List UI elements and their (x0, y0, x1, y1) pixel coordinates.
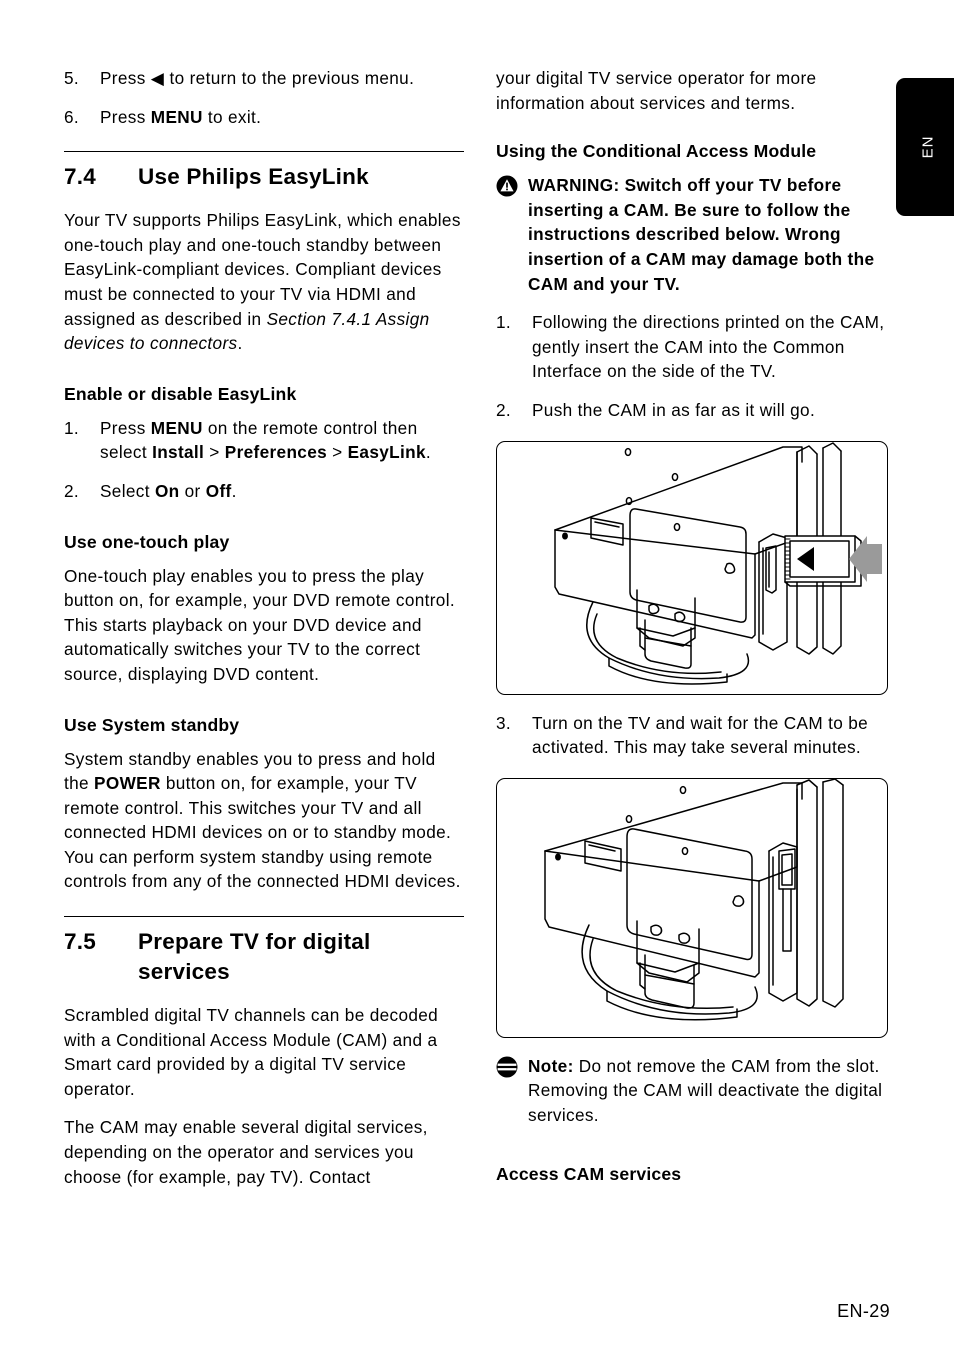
left-arrow-icon: ◀ (150, 68, 165, 88)
section-title: Use Philips EasyLink (138, 164, 369, 190)
list-item-text-after: to return to the previous menu. (164, 68, 415, 88)
subheading-using-conditional-access-module: Using the Conditional Access Module (496, 141, 817, 162)
list-item-number: 3. (496, 712, 512, 733)
list-item-text-before: Press (100, 106, 151, 127)
menu-button-label: MENU (150, 106, 203, 127)
note-callout: Note: Do not remove the CAM from the slo… (496, 1054, 888, 1128)
list-item-text: Following the directions printed on the … (532, 312, 885, 382)
section-divider (64, 151, 464, 153)
left-column: 5. Press ◀ to return to the previous menu… (64, 66, 464, 1203)
list-item: 1. Following the directions printed on th… (496, 310, 888, 384)
section-heading-75: 7.5 Prepare TV for digital services (64, 927, 464, 987)
list-item: 1. Press MENU on the remote control then … (64, 416, 464, 465)
warning-label: WARNING: (528, 175, 620, 196)
tv-rear-cam-insert-illustration (496, 440, 888, 695)
menu-path-install: Install (152, 442, 205, 463)
list-item: 5. Press ◀ to return to the previous menu… (64, 66, 464, 91)
paragraph-continuation: your digital TV service operator for mor… (496, 68, 817, 113)
subheading-access-cam-services: Access CAM services (496, 1163, 682, 1184)
subheading-enable-disable-easylink: Enable or disable EasyLink (64, 383, 297, 404)
list-item: 3. Turn on the TV and wait for the CAM to… (496, 711, 888, 760)
note-text: Do not remove the CAM from the slot. Rem… (528, 1055, 883, 1125)
step-conjunction: or (179, 480, 206, 501)
language-tab-label: EN (919, 135, 937, 159)
warning-triangle-icon (496, 175, 518, 197)
warning-callout: WARNING: Switch off your TV before inser… (496, 173, 888, 296)
list-item-text: Push the CAM in as far as it will go. (532, 399, 816, 420)
list-item-text-before: Press (100, 68, 151, 88)
list-item-number: 2. (64, 480, 80, 501)
list-item-number: 5. (64, 68, 80, 88)
paragraph-text-tail: . (237, 333, 243, 354)
step-text-end: . (425, 442, 431, 463)
list-item-text: Turn on the TV and wait for the CAM to b… (532, 712, 869, 758)
list-item-number: 6. (64, 106, 80, 127)
section-divider (64, 916, 464, 918)
paragraph-system-standby: System standby enables you to press and … (64, 747, 464, 895)
step-text-a: Press (100, 417, 151, 438)
menu-path-easylink: EasyLink (347, 442, 426, 463)
paragraph-cam-services: The CAM may enable several digital servi… (64, 1117, 428, 1187)
paragraph-easylink-intro: Your TV supports Philips EasyLink, which… (64, 208, 464, 356)
note-label: Note: (528, 1055, 574, 1076)
step-text-a: Select (100, 480, 155, 501)
menu-button-label: MENU (150, 417, 203, 438)
right-column: your digital TV service operator for mor… (496, 66, 888, 1196)
step-separator-1: > (204, 442, 225, 463)
list-item: 2. Push the CAM in as far as it will go. (496, 398, 888, 423)
note-info-icon (496, 1056, 518, 1078)
document-page: EN 5. Press ◀ to return to the previous m… (0, 0, 954, 1350)
section-number: 7.4 (64, 164, 96, 190)
language-tab: EN (896, 78, 954, 216)
list-item: 6. Press MENU to exit. (64, 105, 464, 130)
paragraph-one-touch-play: One-touch play enables you to press the … (64, 565, 455, 684)
list-item-number: 1. (64, 417, 80, 438)
paragraph-scrambled-channels: Scrambled digital TV channels can be dec… (64, 1005, 439, 1099)
subheading-use-system-standby: Use System standby (64, 714, 240, 735)
step-separator-2: > (327, 442, 348, 463)
list-item: 2. Select On or Off. (64, 479, 464, 504)
tv-rear-cam-inserted-illustration (496, 777, 888, 1038)
section-heading-74: 7.4 Use Philips EasyLink (64, 162, 464, 192)
list-item-number: 1. (496, 312, 512, 333)
menu-path-preferences: Preferences (224, 442, 327, 463)
section-title-line1: Prepare TV for digital (138, 929, 371, 955)
list-item-number: 2. (496, 399, 512, 420)
section-title-line2: services (138, 959, 230, 985)
subheading-use-one-touch-play: Use one-touch play (64, 531, 230, 552)
option-on: On (154, 480, 180, 501)
step-text-end: . (231, 480, 237, 501)
list-item-text-after: to exit. (202, 106, 262, 127)
page-number-footer: EN-29 (837, 1301, 890, 1321)
option-off: Off (205, 480, 232, 501)
power-button-label: POWER (94, 773, 161, 794)
section-number: 7.5 (64, 929, 96, 955)
